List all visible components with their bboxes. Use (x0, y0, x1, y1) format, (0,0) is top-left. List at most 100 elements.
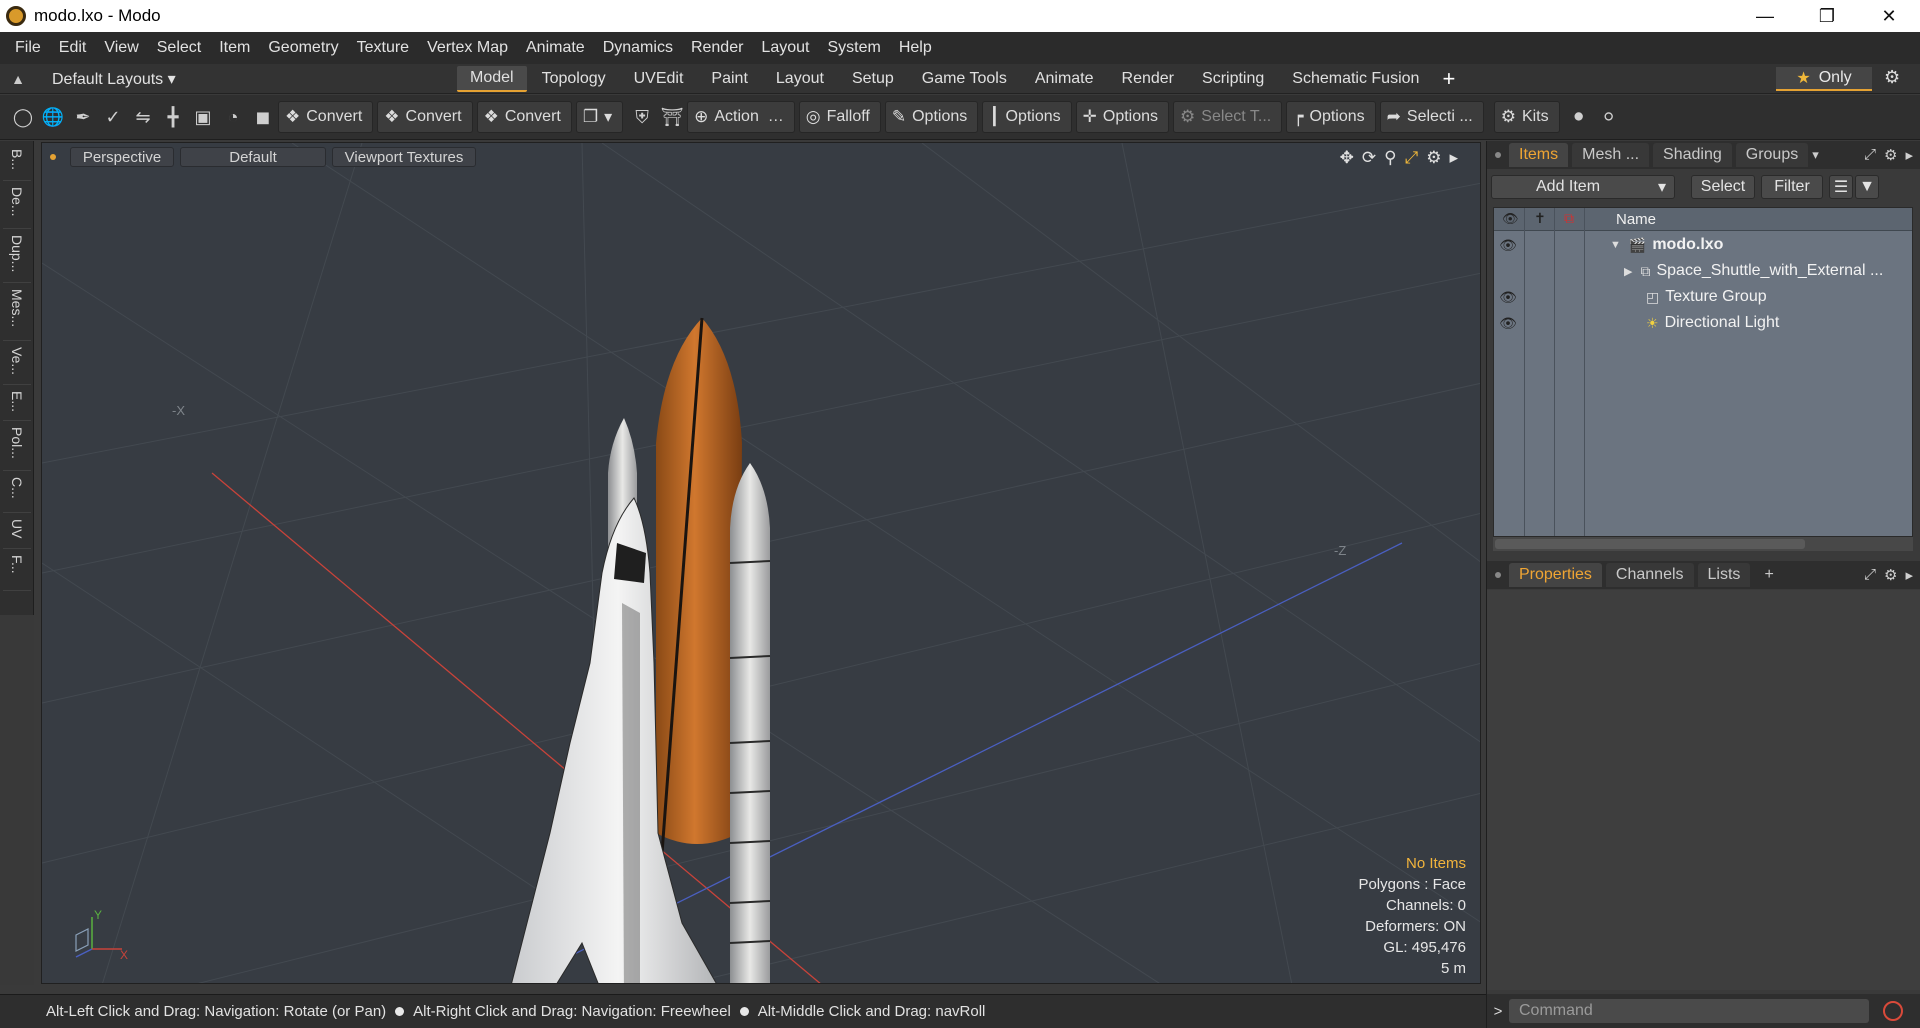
list-options-icon[interactable]: ☰ (1829, 175, 1853, 199)
command-input[interactable]: Command (1509, 999, 1869, 1023)
minimize-button[interactable]: — (1734, 0, 1796, 32)
select-through-button[interactable]: ⚙ Select T... (1173, 101, 1283, 133)
visibility-eye-icon[interactable]: 👁 (1498, 289, 1518, 306)
viewport-settings-gear-icon[interactable]: ⚙ (1426, 148, 1441, 168)
tree-row-mesh[interactable]: ▶ ⧉ Space_Shuttle_with_External ... (1494, 258, 1912, 284)
tab-mesh-ops[interactable]: Mesh ... (1572, 143, 1650, 167)
name-column-header[interactable]: Name (1616, 211, 1656, 228)
selection-sets-button[interactable]: ➦ Selecti ... (1379, 101, 1484, 133)
menu-vertex-map[interactable]: Vertex Map (418, 39, 517, 57)
tab-uvedit[interactable]: UVEdit (621, 66, 697, 92)
convert-button-3[interactable]: ❖ Convert (476, 101, 572, 133)
lock-column-icon[interactable]: ✝ (1534, 210, 1546, 227)
close-button[interactable]: ✕ (1858, 0, 1920, 32)
add-panel-tab-button[interactable]: + (1754, 563, 1783, 587)
gear-icon[interactable]: ⚙ (1884, 67, 1900, 88)
tab-setup[interactable]: Setup (839, 66, 907, 92)
view-type-dropdown[interactable]: Perspective (70, 147, 174, 167)
action-button[interactable]: ⊕ Action … (687, 101, 795, 133)
item-type-column-icon[interactable]: ⧉ (1564, 210, 1574, 227)
items-horizontal-scrollbar[interactable] (1493, 537, 1913, 551)
sketch-icon[interactable]: ✓ (98, 101, 128, 133)
lasso-icon[interactable]: ◔ (218, 101, 248, 133)
command-history-caret[interactable]: > (1487, 1003, 1509, 1020)
tab-shading[interactable]: Shading (1653, 143, 1732, 167)
snap-icon[interactable]: ⛨ (627, 101, 657, 133)
menu-render[interactable]: Render (682, 39, 752, 57)
convert-button-1[interactable]: ❖ Convert (278, 101, 374, 133)
expand-arrow-icon[interactable]: ▸ (1449, 148, 1458, 168)
cube-dropdown[interactable]: ❐ ▾ (575, 101, 624, 133)
tab-channels[interactable]: Channels (1605, 563, 1694, 587)
filter-button[interactable]: Filter (1761, 175, 1823, 199)
panel-expand-icon[interactable]: ⤢ (1864, 146, 1876, 164)
only-toggle[interactable]: ★ Only (1776, 67, 1872, 91)
menu-file[interactable]: File (6, 39, 50, 57)
shading-style-dropdown[interactable]: Default (180, 147, 326, 167)
viewport-textures-dropdown[interactable]: Viewport Textures (332, 147, 476, 167)
left-tab-duplicate[interactable]: Dup... (3, 231, 31, 283)
zoom-icon[interactable]: ⚲ (1384, 148, 1396, 168)
record-macro-icon[interactable] (1883, 1001, 1903, 1021)
left-tab-edge[interactable]: E... (3, 387, 31, 421)
options-button-2[interactable]: ┃ Options (982, 101, 1072, 133)
left-tab-vertex[interactable]: Ve... (3, 343, 31, 385)
kits-button[interactable]: ⚙ Kits (1493, 101, 1560, 133)
globe-icon[interactable]: 🌐 (38, 101, 68, 133)
menu-help[interactable]: Help (890, 39, 941, 57)
falloff-button[interactable]: ◎ Falloff (798, 101, 881, 133)
menu-texture[interactable]: Texture (348, 39, 418, 57)
panel-menu-dot[interactable] (1495, 152, 1501, 158)
edge-loop-icon[interactable]: ⇋ (128, 101, 158, 133)
options-button-3[interactable]: ✛ Options (1075, 101, 1170, 133)
menu-select[interactable]: Select (148, 39, 210, 57)
tabs-overflow-icon[interactable]: ▾ (1812, 147, 1819, 163)
add-item-dropdown[interactable]: Add Item ▾ (1491, 175, 1675, 199)
menu-animate[interactable]: Animate (517, 39, 594, 57)
align-icon[interactable]: ╋ (158, 101, 188, 133)
maximize-viewport-icon[interactable]: ⤢ (1405, 148, 1419, 168)
menu-system[interactable]: System (818, 39, 889, 57)
left-tab-fusion[interactable]: F... (3, 551, 31, 591)
tree-row-directional-light[interactable]: 👁 ☀ Directional Light (1494, 310, 1912, 336)
tab-render[interactable]: Render (1109, 66, 1187, 92)
left-tab-polygon[interactable]: Pol... (3, 423, 31, 471)
left-tab-deform[interactable]: De... (3, 183, 31, 229)
select-circle-icon[interactable]: ◯ (8, 101, 38, 133)
shield-icon[interactable]: ◼ (248, 101, 278, 133)
maximize-button[interactable]: ❐ (1796, 0, 1858, 32)
tab-scripting[interactable]: Scripting (1189, 66, 1277, 92)
tab-lists[interactable]: Lists (1697, 563, 1751, 587)
menu-geometry[interactable]: Geometry (259, 39, 347, 57)
panel-arrow-icon[interactable]: ▸ (1905, 566, 1913, 584)
collapse-arrow-icon[interactable]: ▼ (1610, 239, 1621, 251)
left-tab-basic[interactable]: B... (3, 145, 31, 181)
visibility-eye-icon[interactable]: 👁 (1498, 315, 1518, 332)
tab-paint[interactable]: Paint (698, 66, 760, 92)
menu-edit[interactable]: Edit (50, 39, 96, 57)
panel-arrow-icon[interactable]: ▸ (1905, 146, 1913, 164)
add-tab-icon[interactable]: + (1442, 66, 1455, 92)
pan-icon[interactable]: ✥ (1340, 148, 1354, 168)
left-tab-mesh-edit[interactable]: Mes... (3, 285, 31, 341)
options-button-1[interactable]: ✎ Options (884, 101, 979, 133)
panel-menu-dot[interactable] (1495, 572, 1501, 578)
expand-arrow-icon[interactable]: ▶ (1624, 265, 1632, 278)
tab-items[interactable]: Items (1509, 143, 1569, 167)
visibility-eye-icon[interactable]: 👁 (1498, 237, 1518, 254)
pen-tool-icon[interactable]: ✒ (68, 101, 98, 133)
unity-icon[interactable]: ⚫ (1564, 101, 1594, 133)
select-button[interactable]: Select (1691, 175, 1755, 199)
convert-button-2[interactable]: ❖ Convert (377, 101, 473, 133)
menu-layout[interactable]: Layout (752, 39, 818, 57)
tab-game-tools[interactable]: Game Tools (909, 66, 1020, 92)
options-button-4[interactable]: ┍ Options (1286, 101, 1376, 133)
panel-gear-icon[interactable]: ⚙ (1884, 146, 1897, 164)
tab-groups[interactable]: Groups (1735, 143, 1809, 167)
tree-row-texture-group[interactable]: 👁 ◰ Texture Group (1494, 284, 1912, 310)
panel-expand-icon[interactable]: ⤢ (1864, 566, 1876, 584)
snap-alt-icon[interactable]: ⛩ (657, 101, 687, 133)
viewport-menu-dot[interactable] (50, 154, 56, 160)
frame-icon[interactable]: ▣ (188, 101, 218, 133)
left-tab-curve[interactable]: C... (3, 473, 31, 513)
